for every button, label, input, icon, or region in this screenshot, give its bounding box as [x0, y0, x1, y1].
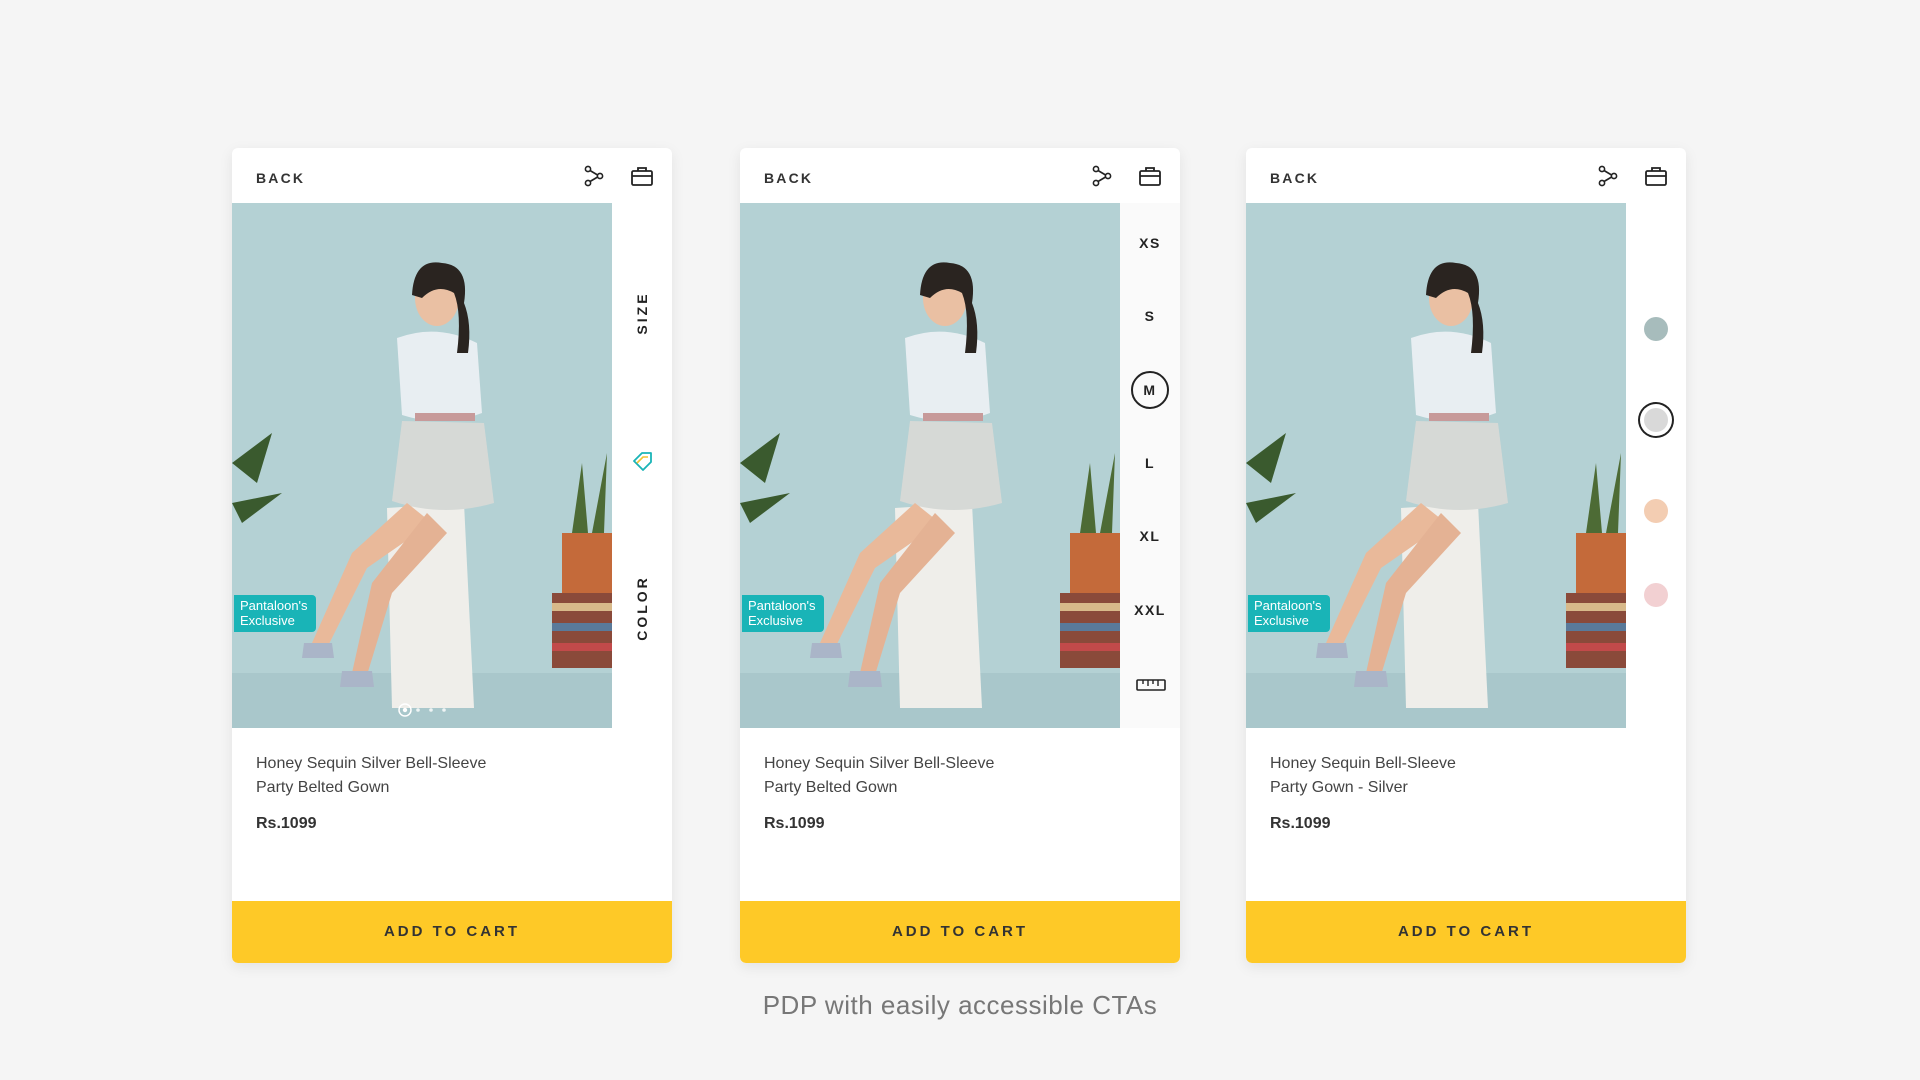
share-icon[interactable]	[1091, 165, 1113, 187]
color-swatch-peach[interactable]	[1644, 499, 1668, 523]
product-title-line-1: Honey Sequin Silver Bell-Sleeve	[764, 755, 995, 772]
size-option-xs[interactable]: XS	[1131, 224, 1169, 262]
top-bar: BACK	[740, 148, 1180, 203]
carousel-dots[interactable]	[398, 703, 458, 717]
color-swatch-pink[interactable]	[1644, 583, 1668, 607]
back-button[interactable]: BACK	[1270, 170, 1319, 186]
product-title-line-2: Party Belted Gown	[764, 779, 898, 796]
share-icon[interactable]	[583, 165, 605, 187]
product-title-line-2: Party Gown - Silver	[1270, 779, 1408, 796]
badge-line-1: Pantaloon's	[748, 598, 816, 613]
add-to-cart-button[interactable]: ADD TO CART	[232, 901, 672, 963]
product-title-line-2: Party Belted Gown	[256, 779, 390, 796]
product-price: Rs.1099	[1270, 815, 1331, 832]
color-swatch-grey-blue[interactable]	[1644, 317, 1668, 341]
add-to-cart-button[interactable]: ADD TO CART	[1246, 901, 1686, 963]
share-icon[interactable]	[1597, 165, 1619, 187]
pdp-screen-color-select: BACK Pantaloon's Exclusive Honey Sequin …	[1246, 148, 1686, 963]
badge-line-2: Exclusive	[1254, 613, 1309, 628]
size-option-l[interactable]: L	[1131, 444, 1169, 482]
badge-line-2: Exclusive	[748, 613, 803, 628]
caption: PDP with easily accessible CTAs	[762, 990, 1158, 1020]
product-title: Honey Sequin Silver Bell-Sleeve Party Be…	[764, 752, 1104, 800]
size-option-s[interactable]: S	[1131, 297, 1169, 335]
badge-line-2: Exclusive	[240, 613, 295, 628]
color-toggle[interactable]: COLOR	[634, 575, 650, 641]
badge-line-1: Pantaloon's	[240, 598, 308, 613]
pdp-screen-default: BACK Pantaloon's Exclusive SIZE COLOR Ho…	[232, 148, 672, 963]
exclusive-badge: Pantaloon's Exclusive	[1248, 595, 1330, 632]
badge-line-1: Pantaloon's	[1254, 598, 1322, 613]
back-button[interactable]: BACK	[764, 170, 813, 186]
product-title-line-1: Honey Sequin Bell-Sleeve	[1270, 755, 1456, 772]
exclusive-badge: Pantaloon's Exclusive	[234, 595, 316, 632]
wishlist-tag-icon[interactable]	[631, 449, 655, 473]
product-price: Rs.1099	[764, 815, 825, 832]
pdp-screen-size-select: BACK Pantaloon's Exclusive XS S M L XL X…	[740, 148, 1180, 963]
size-option-m[interactable]: M	[1131, 371, 1169, 409]
shopping-bag-icon[interactable]	[1644, 164, 1668, 188]
size-toggle[interactable]: SIZE	[634, 291, 650, 334]
product-image[interactable]: Pantaloon's Exclusive	[1246, 203, 1626, 728]
color-swatch-silver[interactable]	[1644, 408, 1668, 432]
ruler-icon[interactable]	[1136, 676, 1166, 694]
product-title: Honey Sequin Silver Bell-Sleeve Party Be…	[256, 752, 596, 800]
product-title-line-1: Honey Sequin Silver Bell-Sleeve	[256, 755, 487, 772]
top-bar: BACK	[1246, 148, 1686, 203]
add-to-cart-button[interactable]: ADD TO CART	[740, 901, 1180, 963]
exclusive-badge: Pantaloon's Exclusive	[742, 595, 824, 632]
back-button[interactable]: BACK	[256, 170, 305, 186]
product-price: Rs.1099	[256, 815, 317, 832]
size-option-xxl[interactable]: XXL	[1131, 591, 1169, 629]
color-selector	[1626, 203, 1686, 728]
quick-action-rail: SIZE COLOR	[612, 203, 672, 728]
shopping-bag-icon[interactable]	[1138, 164, 1162, 188]
shopping-bag-icon[interactable]	[630, 164, 654, 188]
product-image[interactable]: Pantaloon's Exclusive	[740, 203, 1120, 728]
size-option-xl[interactable]: XL	[1131, 517, 1169, 555]
product-title: Honey Sequin Bell-Sleeve Party Gown - Si…	[1270, 752, 1610, 800]
size-selector: XS S M L XL XXL	[1120, 203, 1180, 728]
product-image[interactable]: Pantaloon's Exclusive	[232, 203, 612, 728]
top-bar: BACK	[232, 148, 672, 203]
